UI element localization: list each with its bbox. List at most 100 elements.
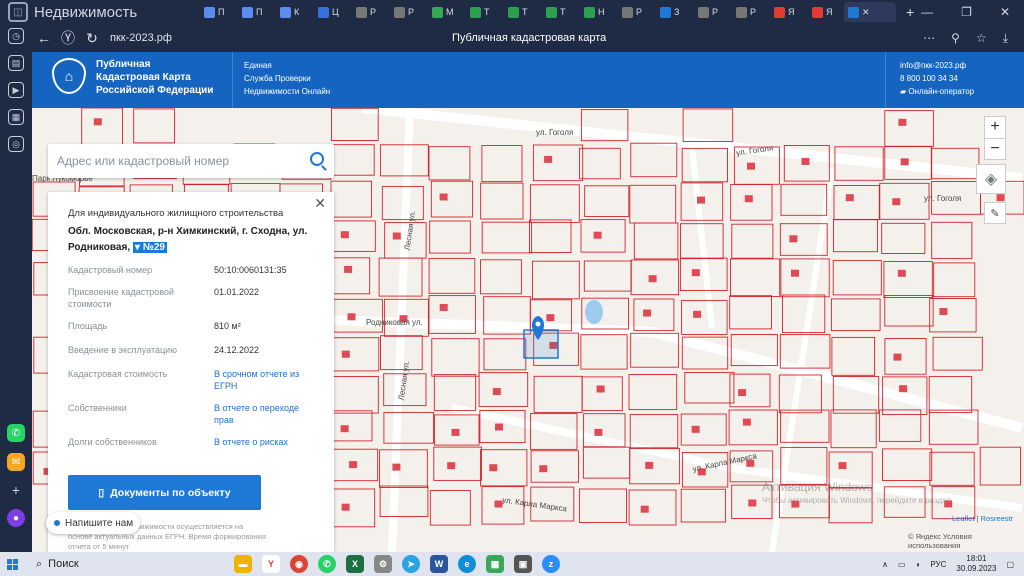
map-attribution: Leaflet | Rosreestr bbox=[952, 514, 1014, 523]
back-icon[interactable]: ← bbox=[32, 30, 56, 46]
phone-link[interactable]: 8 800 100 34 34 bbox=[900, 72, 974, 85]
tab-active[interactable]: ✕ bbox=[844, 2, 896, 22]
building bbox=[789, 235, 798, 243]
parcel-boundary bbox=[680, 413, 727, 446]
close-icon[interactable]: ✕ bbox=[314, 195, 326, 212]
excel-icon[interactable]: X bbox=[346, 555, 364, 573]
search-icon[interactable] bbox=[310, 152, 324, 166]
email-link[interactable]: info@пкк-2023.рф bbox=[900, 59, 974, 72]
media-icon[interactable]: ▣ bbox=[514, 555, 532, 573]
taskbar-search[interactable]: ⌕ Поиск bbox=[24, 552, 234, 576]
history-icon[interactable]: ◷ bbox=[8, 28, 24, 44]
documents-button[interactable]: ▯ Документы по объекту bbox=[68, 475, 261, 510]
file-explorer-icon[interactable]: ▬ bbox=[234, 555, 252, 573]
tab-favicon-icon bbox=[660, 6, 671, 18]
pin-icon[interactable]: ⚲ bbox=[951, 31, 960, 46]
parcel-boundary bbox=[529, 184, 580, 223]
add-app-icon[interactable]: + bbox=[8, 482, 24, 498]
browser-tab[interactable]: Р bbox=[352, 2, 388, 22]
browser-tab[interactable]: Н bbox=[580, 2, 616, 22]
site-name[interactable]: Публичная Кадастровая Карта Российской Ф… bbox=[96, 58, 213, 97]
building bbox=[347, 313, 356, 321]
language-indicator[interactable]: РУС bbox=[930, 560, 946, 569]
network-icon[interactable]: ▭ bbox=[898, 560, 906, 569]
start-button[interactable] bbox=[0, 552, 24, 576]
yandex-browser-icon[interactable]: Y bbox=[262, 555, 280, 573]
whatsapp-taskbar-icon[interactable]: ✆ bbox=[318, 555, 336, 573]
minimize-icon[interactable]: — bbox=[921, 5, 933, 19]
leaflet-link[interactable]: Leaflet bbox=[952, 514, 975, 523]
browser-tab[interactable]: К bbox=[276, 2, 312, 22]
restore-icon[interactable]: ❐ bbox=[961, 5, 972, 19]
browser-tab[interactable]: Я bbox=[808, 2, 844, 22]
word-icon[interactable]: W bbox=[430, 555, 448, 573]
clock[interactable]: 18:01 30.09.2023 bbox=[956, 554, 996, 574]
browser-tab[interactable]: П bbox=[200, 2, 236, 22]
yandex-attribution[interactable]: © Яндекс Условия использования bbox=[908, 532, 1024, 550]
house-logo-icon[interactable]: ⌂ bbox=[52, 58, 86, 94]
notifications-icon[interactable]: ▢ bbox=[1006, 560, 1014, 569]
layers-button[interactable]: ◈ bbox=[976, 164, 1006, 194]
telegram-icon[interactable]: ➤ bbox=[402, 555, 420, 573]
browser-tab[interactable]: М bbox=[428, 2, 464, 22]
collections-icon[interactable]: ▤ bbox=[8, 55, 24, 71]
browser-tab[interactable]: З bbox=[656, 2, 692, 22]
owner-debts-label: Долги собственников bbox=[68, 437, 157, 447]
yandex-icon[interactable]: Ⓨ bbox=[56, 28, 80, 48]
parcel-boundary bbox=[782, 294, 826, 334]
site-subtitle-line: Служба Проверки bbox=[244, 74, 311, 83]
browser-tab[interactable]: Т bbox=[466, 2, 502, 22]
online-operator-link[interactable]: ▰ Онлайн-оператор bbox=[900, 85, 974, 98]
browser-tab[interactable]: Р bbox=[390, 2, 426, 22]
spreadsheet-icon[interactable]: ▦ bbox=[486, 555, 504, 573]
edge-icon[interactable]: e bbox=[458, 555, 476, 573]
ownership-report-link[interactable]: В отчете о переходе прав bbox=[214, 402, 304, 426]
zoom-icon[interactable]: z bbox=[542, 555, 560, 573]
browser-tab[interactable]: Я bbox=[770, 2, 806, 22]
tab-favicon-icon bbox=[848, 6, 859, 18]
alice-icon[interactable]: ● bbox=[7, 509, 25, 527]
mail-app-icon[interactable]: ✉ bbox=[7, 453, 25, 471]
area-label: Площадь bbox=[68, 321, 108, 331]
browser-tab[interactable]: Ц bbox=[314, 2, 350, 22]
parcel-boundary bbox=[731, 223, 774, 259]
volume-icon[interactable]: ◖ bbox=[916, 560, 921, 569]
browser-brand[interactable]: ◫ Недвижимость bbox=[0, 2, 200, 22]
bookmark-icon[interactable]: ☆ bbox=[976, 31, 987, 46]
video-icon[interactable]: ▶ bbox=[8, 82, 24, 98]
new-tab-button[interactable]: + bbox=[906, 4, 914, 20]
whatsapp-icon[interactable]: ✆ bbox=[7, 424, 25, 442]
screenshot-icon[interactable]: ◎ bbox=[8, 136, 24, 152]
tab-close-icon[interactable]: ✕ bbox=[862, 7, 870, 18]
address-number-badge[interactable]: ▾ №29 bbox=[132, 242, 167, 253]
browser-tab[interactable]: Р bbox=[694, 2, 730, 22]
close-window-icon[interactable]: ✕ bbox=[1000, 5, 1010, 19]
browser-tab[interactable]: П bbox=[238, 2, 274, 22]
chrome-icon[interactable]: ◉ bbox=[290, 555, 308, 573]
browser-tab[interactable]: Р bbox=[618, 2, 654, 22]
cadastral-map[interactable]: ул. Гоголя ул. Гоголя ул. Гоголя Роднико… bbox=[32, 108, 1024, 552]
risk-report-link[interactable]: В отчете о рисках bbox=[214, 436, 288, 448]
browser-tab[interactable]: Т bbox=[542, 2, 578, 22]
tab-favicon-icon bbox=[470, 6, 481, 18]
valuation-date-label: Присвоение кадастровой стоимости bbox=[68, 287, 174, 309]
parcel-info-card: ✕ Для индивидуального жилищного строител… bbox=[48, 192, 334, 552]
zoom-out-button[interactable]: − bbox=[985, 139, 1005, 160]
tray-chevron-icon[interactable]: ∧ bbox=[882, 560, 888, 569]
search-input[interactable]: Адрес или кадастровый номер bbox=[48, 144, 334, 178]
url-text[interactable]: пкк-2023.рф bbox=[110, 32, 172, 44]
urgent-report-link[interactable]: В срочном отчете из ЕГРН bbox=[214, 368, 314, 392]
browser-tab[interactable]: Р bbox=[732, 2, 768, 22]
counter-icon[interactable]: ▦ bbox=[8, 109, 24, 125]
rosreestr-link[interactable]: Rosreestr bbox=[981, 514, 1014, 523]
browser-tab[interactable]: Т bbox=[504, 2, 540, 22]
settings-icon[interactable]: ⚙ bbox=[374, 555, 392, 573]
zoom-in-button[interactable]: + bbox=[985, 117, 1005, 139]
downloads-icon[interactable]: ⤓ bbox=[1003, 31, 1008, 46]
extensions-icon[interactable]: ⋯ bbox=[923, 31, 935, 46]
reload-icon[interactable]: ↻ bbox=[80, 30, 104, 47]
chat-widget[interactable]: Напишите нам bbox=[46, 512, 140, 534]
tab-favicon-icon bbox=[622, 6, 633, 18]
ruler-button[interactable]: ✎ bbox=[984, 202, 1006, 224]
tab-label: Я bbox=[788, 7, 795, 17]
